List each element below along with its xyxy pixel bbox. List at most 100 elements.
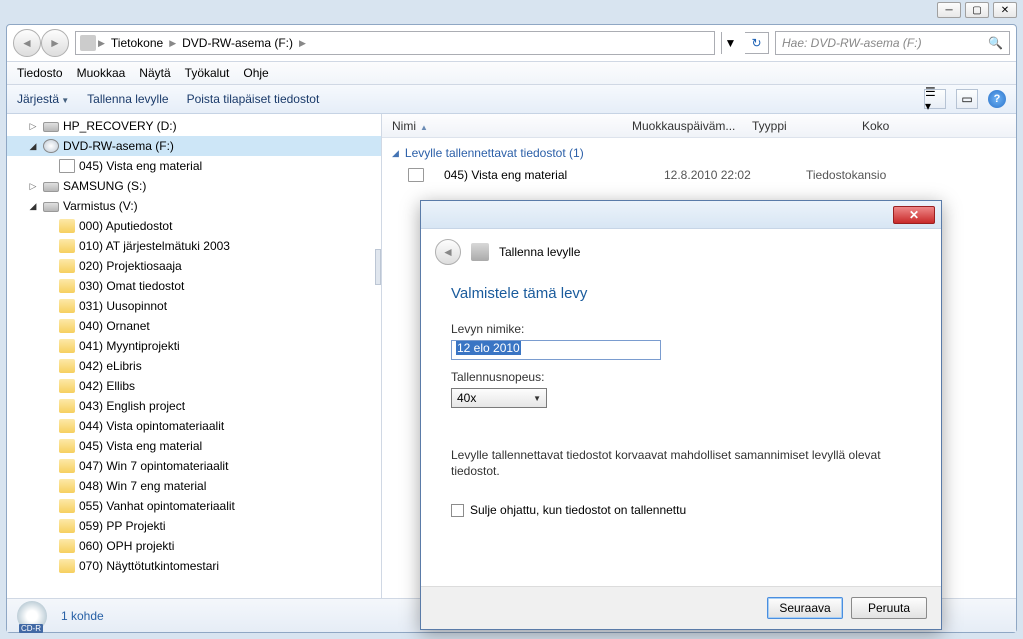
breadcrumb-dropdown[interactable]: ▼ xyxy=(721,32,739,54)
close-wizard-checkbox-row[interactable]: Sulje ohjattu, kun tiedostot on tallenne… xyxy=(451,503,911,517)
group-header[interactable]: ◢ Levylle tallennettavat tiedostot (1) xyxy=(386,142,1012,164)
tree-item-label: 043) English project xyxy=(79,399,185,413)
tree-item[interactable]: 055) Vanhat opintomateriaalit xyxy=(7,496,381,516)
tree-item[interactable]: 043) English project xyxy=(7,396,381,416)
expand-icon[interactable]: ▷ xyxy=(27,121,39,132)
tree-item-label: Varmistus (V:) xyxy=(63,199,138,213)
file-date: 12.8.2010 22:02 xyxy=(664,168,786,182)
tree-item-label: 020) Projektiosaaja xyxy=(79,259,182,273)
tree-item[interactable]: 000) Aputiedostot xyxy=(7,216,381,236)
expand-icon[interactable]: ◢ xyxy=(27,201,39,212)
group-title: Levylle tallennettavat tiedostot (1) xyxy=(405,146,584,160)
folder-icon xyxy=(59,519,75,533)
tree-item-label: DVD-RW-asema (F:) xyxy=(63,139,174,153)
col-name[interactable]: Nimi▲ xyxy=(382,119,622,133)
tree-item[interactable]: 020) Projektiosaaja xyxy=(7,256,381,276)
tree-item[interactable]: 047) Win 7 opintomateriaalit xyxy=(7,456,381,476)
tree-item[interactable]: 031) Uusopinnot xyxy=(7,296,381,316)
back-button[interactable]: ◄ xyxy=(13,29,41,57)
view-options-button[interactable]: ☰ ▾ xyxy=(924,89,946,109)
menu-tools[interactable]: Työkalut xyxy=(185,66,230,80)
organize-button[interactable]: Järjestä xyxy=(17,92,69,106)
burn-button[interactable]: Tallenna levylle xyxy=(87,92,168,106)
file-row[interactable]: 045) Vista eng material 12.8.2010 22:02 … xyxy=(386,164,1012,186)
tree-item[interactable]: 044) Vista opintomateriaalit xyxy=(7,416,381,436)
col-size[interactable]: Koko xyxy=(852,119,932,133)
tree-item-label: 040) Ornanet xyxy=(79,319,150,333)
maximize-button[interactable]: ▢ xyxy=(965,2,989,18)
next-button[interactable]: Seuraava xyxy=(767,597,843,619)
menu-help[interactable]: Ohje xyxy=(243,66,268,80)
tree-item-label: 042) Ellibs xyxy=(79,379,135,393)
minimize-button[interactable]: ─ xyxy=(937,2,961,18)
tree-item-label: SAMSUNG (S:) xyxy=(63,179,146,193)
tree-item-label: 055) Vanhat opintomateriaalit xyxy=(79,499,235,513)
menu-edit[interactable]: Muokkaa xyxy=(77,66,126,80)
tree-item[interactable]: 045) Vista eng material xyxy=(7,436,381,456)
folder-icon xyxy=(59,299,75,313)
tree-item-label: HP_RECOVERY (D:) xyxy=(63,119,177,133)
tree-item[interactable]: ◢ Varmistus (V:) xyxy=(7,196,381,216)
tree-item-label: 070) Näyttötutkintomestari xyxy=(79,559,219,573)
breadcrumb-current[interactable]: DVD-RW-asema (F:) xyxy=(176,36,299,50)
speed-combo[interactable]: 40x xyxy=(451,388,547,408)
col-date[interactable]: Muokkauspäiväm... xyxy=(622,119,742,133)
dialog-back-button[interactable]: ◄ xyxy=(435,239,461,265)
forward-button[interactable]: ► xyxy=(41,29,69,57)
nav-tree[interactable]: ▷ HP_RECOVERY (D:) ◢ DVD-RW-asema (F:) 045) … xyxy=(7,114,382,598)
menu-view[interactable]: Näytä xyxy=(139,66,170,80)
burn-icon xyxy=(471,243,489,261)
splitter-handle[interactable] xyxy=(375,249,381,285)
disc-name-input[interactable]: 12 elo 2010 xyxy=(451,340,661,360)
file-type: Tiedostokansio xyxy=(806,168,916,182)
help-icon[interactable]: ? xyxy=(988,90,1006,108)
folder-icon xyxy=(59,319,75,333)
drive-icon xyxy=(43,182,59,192)
tree-item-label: 010) AT järjestelmätuki 2003 xyxy=(79,239,230,253)
tree-item[interactable]: 070) Näyttötutkintomestari xyxy=(7,556,381,576)
tree-item[interactable]: ◢ DVD-RW-asema (F:) xyxy=(7,136,381,156)
tree-item[interactable]: 059) PP Projekti xyxy=(7,516,381,536)
column-headers[interactable]: Nimi▲ Muokkauspäiväm... Tyyppi Koko xyxy=(382,114,1016,138)
collapse-icon: ◢ xyxy=(392,148,399,159)
tree-item[interactable]: ▷ HP_RECOVERY (D:) xyxy=(7,116,381,136)
chevron-right-icon: ▶ xyxy=(169,38,176,49)
dialog-heading: Valmistele tämä levy xyxy=(451,285,911,302)
refresh-button[interactable]: ↻ xyxy=(745,32,769,54)
folder-icon xyxy=(59,359,75,373)
breadcrumb-root[interactable]: Tietokone xyxy=(105,36,169,50)
tree-item[interactable]: 042) eLibris xyxy=(7,356,381,376)
computer-icon xyxy=(80,35,96,51)
tree-item-label: 030) Omat tiedostot xyxy=(79,279,184,293)
tree-item[interactable]: 045) Vista eng material xyxy=(7,156,381,176)
tree-item[interactable]: 060) OPH projekti xyxy=(7,536,381,556)
tree-item-label: 060) OPH projekti xyxy=(79,539,174,553)
expand-icon[interactable]: ◢ xyxy=(27,141,39,152)
checkbox-icon[interactable] xyxy=(451,504,464,517)
preview-pane-button[interactable]: ▭ xyxy=(956,89,978,109)
tree-item[interactable]: ▷ SAMSUNG (S:) xyxy=(7,176,381,196)
tree-item[interactable]: 048) Win 7 eng material xyxy=(7,476,381,496)
window-controls: ─ ▢ ✕ xyxy=(937,2,1017,18)
menu-file[interactable]: Tiedosto xyxy=(17,66,63,80)
breadcrumb[interactable]: ▶ Tietokone ▶ DVD-RW-asema (F:) ▶ xyxy=(75,31,715,55)
dialog-close-button[interactable]: ✕ xyxy=(893,206,935,224)
tree-item[interactable]: 030) Omat tiedostot xyxy=(7,276,381,296)
dialog-body: Valmistele tämä levy Levyn nimike: 12 el… xyxy=(421,275,941,586)
tree-item[interactable]: 010) AT järjestelmätuki 2003 xyxy=(7,236,381,256)
cancel-button[interactable]: Peruuta xyxy=(851,597,927,619)
tree-item-label: 045) Vista eng material xyxy=(79,159,202,173)
tree-item[interactable]: 041) Myyntiprojekti xyxy=(7,336,381,356)
close-button[interactable]: ✕ xyxy=(993,2,1017,18)
search-input[interactable]: Hae: DVD-RW-asema (F:) 🔍 xyxy=(775,31,1010,55)
delete-temp-button[interactable]: Poista tilapäiset tiedostot xyxy=(187,92,320,106)
col-type[interactable]: Tyyppi xyxy=(742,119,852,133)
dialog-titlebar[interactable]: ✕ xyxy=(421,201,941,229)
tree-item-label: 031) Uusopinnot xyxy=(79,299,167,313)
label-speed: Tallennusnopeus: xyxy=(451,370,911,384)
expand-icon[interactable]: ▷ xyxy=(27,181,39,192)
tree-item-label: 041) Myyntiprojekti xyxy=(79,339,180,353)
nav-back-forward: ◄ ► xyxy=(13,29,69,57)
tree-item[interactable]: 040) Ornanet xyxy=(7,316,381,336)
tree-item[interactable]: 042) Ellibs xyxy=(7,376,381,396)
